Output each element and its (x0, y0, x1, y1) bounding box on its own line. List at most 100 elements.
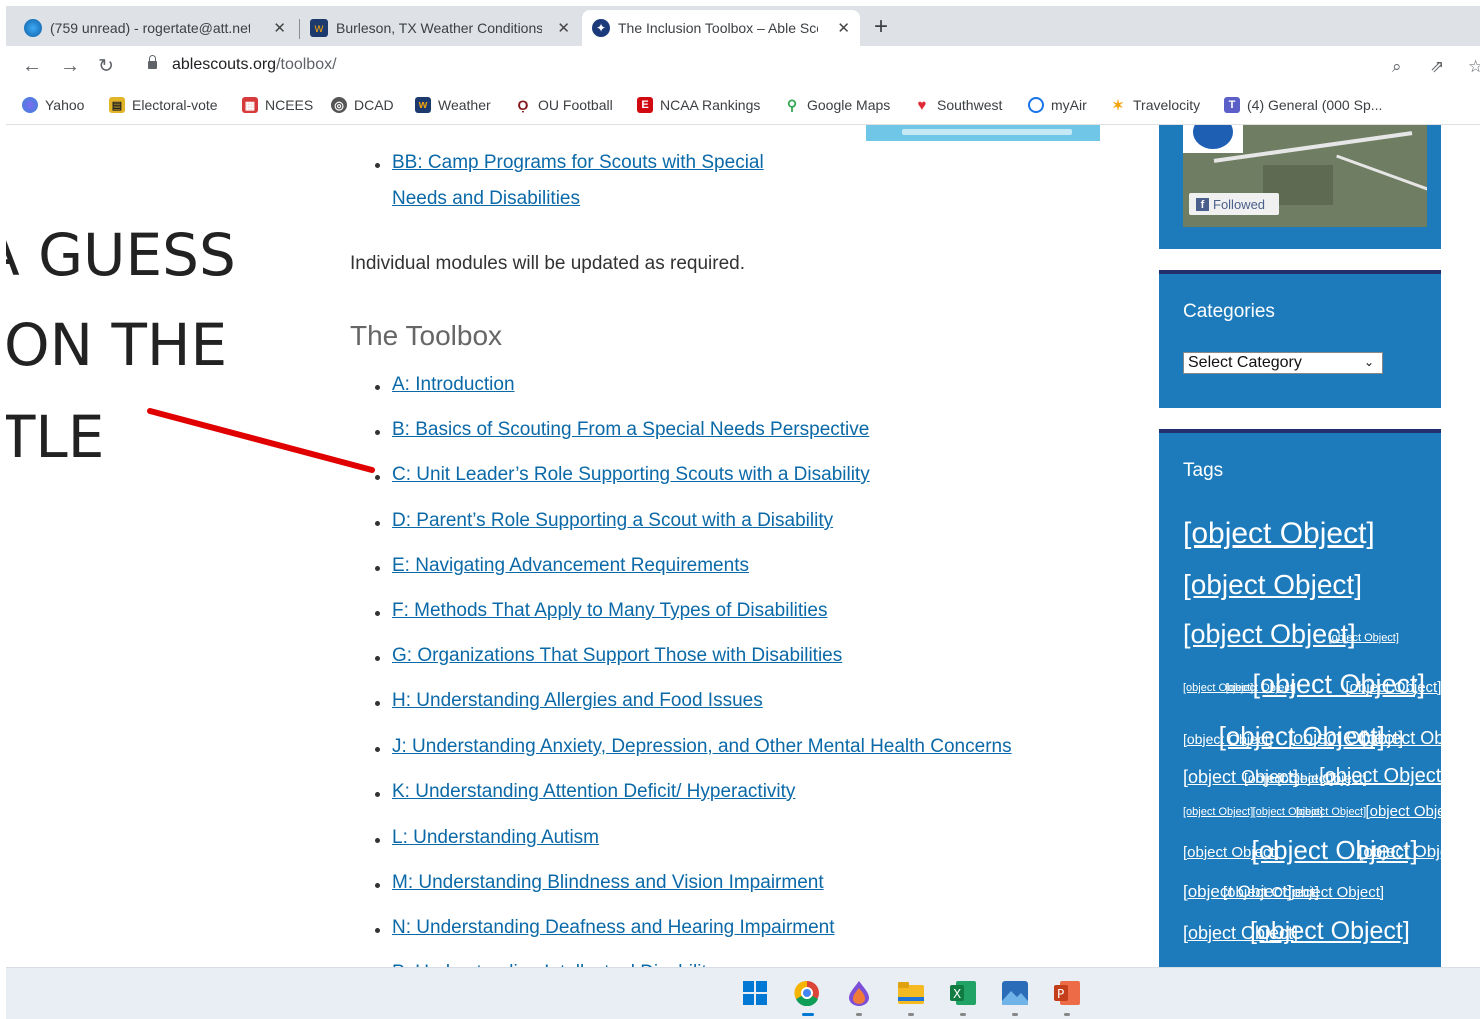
module-link-bb[interactable]: BB: Camp Programs for Scouts with Specia… (392, 152, 764, 174)
paint-icon[interactable] (846, 980, 872, 1006)
bookmark-label: OU Football (538, 97, 613, 113)
reload-icon[interactable]: ↻ (98, 55, 114, 78)
list-bullet (375, 430, 380, 435)
tag-link[interactable]: [object Object] (1288, 884, 1384, 901)
troop-logo-icon (1183, 125, 1243, 153)
list-bullet (375, 475, 380, 480)
photos-icon[interactable] (1002, 980, 1028, 1006)
bookmark-ou-football[interactable]: Ọ OU Football (515, 97, 613, 113)
url-host: ablescouts.org (172, 56, 277, 73)
module-link[interactable]: C: Unit Leader’s Role Supporting Scouts … (392, 464, 870, 486)
toolbox-heading: The Toolbox (350, 320, 503, 351)
tag-link[interactable]: [object Object] (1359, 842, 1468, 862)
module-link[interactable]: J: Understanding Anxiety, Depression, an… (392, 736, 1012, 758)
heart-icon: ♥ (914, 97, 930, 114)
bookmark-dcad[interactable]: ◎ DCAD (331, 97, 394, 113)
annotation-line-3: TLE (6, 403, 105, 471)
bookmark-label: Google Maps (807, 97, 891, 113)
list-bullet (375, 163, 380, 168)
bookmark-myair[interactable]: myAir (1028, 97, 1087, 113)
tab-inclusion-toolbox[interactable]: ✦ The Inclusion Toolbox – Able Scouts ✕ (582, 10, 860, 46)
tag-link[interactable]: [object Object] (1329, 632, 1399, 644)
list-bullet (375, 838, 380, 843)
tag-link[interactable]: [object Object] (1183, 569, 1362, 601)
running-indicator (908, 1013, 914, 1016)
followed-button[interactable]: f Followed (1189, 193, 1279, 215)
bookmark-teams-general[interactable]: T (4) General (000 Sp... (1224, 97, 1382, 113)
module-link[interactable]: D: Parent’s Role Supporting a Scout with… (392, 510, 833, 532)
url-path: /toolbox/ (276, 56, 337, 73)
close-icon[interactable]: ✕ (837, 19, 850, 37)
tag-link[interactable]: [object Object] (1296, 806, 1366, 818)
list-bullet (375, 611, 380, 616)
back-icon[interactable]: ← (22, 55, 42, 78)
espn-icon: E (637, 97, 653, 113)
chevron-down-icon: ⌄ (1363, 355, 1374, 369)
forward-icon[interactable]: → (60, 55, 80, 78)
tag-link[interactable]: [object Object] (1362, 728, 1477, 749)
file-explorer-icon[interactable] (898, 980, 924, 1006)
module-link-bb-continued[interactable]: Needs and Disabilities (392, 188, 580, 210)
bookmark-label: (4) General (000 Sp... (1247, 97, 1383, 113)
address-bar[interactable]: ablescouts.org/toolbox/ (172, 56, 337, 74)
bookmark-google-maps[interactable]: ⚲ Google Maps (784, 97, 890, 113)
list-bullet (375, 928, 380, 933)
module-link[interactable]: L: Understanding Autism (392, 827, 599, 849)
excel-icon[interactable]: X (950, 980, 976, 1006)
tab-title: The Inclusion Toolbox – Able Scouts (618, 20, 818, 36)
bookmark-ncaa-rankings[interactable]: E NCAA Rankings (637, 97, 760, 113)
category-select[interactable]: Select Category ⌄ (1183, 352, 1383, 374)
module-link[interactable]: E: Navigating Advancement Requirements (392, 555, 749, 577)
bookmark-weather[interactable]: w Weather (415, 97, 491, 113)
tab-email[interactable]: (759 unread) - rogertate@att.net ✕ (24, 10, 296, 46)
running-indicator (960, 1013, 966, 1016)
module-link[interactable]: N: Understanding Deafness and Hearing Im… (392, 917, 835, 939)
bookmark-travelocity[interactable]: ✶ Travelocity (1110, 97, 1200, 113)
svg-text:P: P (1057, 987, 1064, 1001)
chrome-icon[interactable] (794, 980, 820, 1006)
tag-link[interactable]: [object Object] (1183, 517, 1375, 551)
list-bullet (375, 566, 380, 571)
facebook-icon: f (1196, 197, 1209, 211)
tag-link[interactable]: [object Object] (1365, 803, 1461, 820)
tag-link[interactable]: [object Object] (1250, 917, 1410, 946)
tag-link[interactable]: [object Object] (1346, 679, 1442, 696)
module-link[interactable]: A: Introduction (392, 374, 515, 396)
module-link[interactable]: H: Understanding Allergies and Food Issu… (392, 690, 763, 712)
bookmark-ncees[interactable]: ▦ NCEES (242, 97, 313, 113)
bookmark-yahoo[interactable]: Yahoo (22, 97, 84, 113)
close-icon[interactable]: ✕ (273, 19, 286, 37)
category-select-value: Select Category (1188, 354, 1302, 371)
bookmark-southwest[interactable]: ♥ Southwest (914, 97, 1002, 114)
tab-weather[interactable]: w Burleson, TX Weather Conditions ✕ (310, 10, 580, 46)
ou-icon: Ọ (515, 97, 531, 113)
module-link[interactable]: M: Understanding Blindness and Vision Im… (392, 872, 824, 894)
share-icon[interactable]: ⇗ (1430, 57, 1444, 77)
bookmark-star-icon[interactable]: ☆ (1468, 57, 1480, 77)
able-scouts-icon: ✦ (592, 19, 610, 37)
tag-link[interactable]: [object Object] (1183, 806, 1253, 818)
globe-icon: ◎ (331, 97, 347, 113)
windows-start-icon[interactable] (742, 980, 768, 1006)
widget-photo: f Followed (1183, 125, 1427, 227)
wunderground-icon: w (310, 19, 328, 37)
module-link[interactable]: K: Understanding Attention Deficit/ Hype… (392, 781, 795, 803)
tags-widget: Tags [object Object] [object Object] [obje… (1159, 429, 1477, 967)
module-link[interactable]: G: Organizations That Support Those with… (392, 645, 842, 667)
module-link[interactable]: F: Methods That Apply to Many Types of D… (392, 600, 827, 622)
map-pin-icon: ⚲ (784, 97, 800, 113)
close-icon[interactable]: ✕ (557, 19, 570, 37)
ring-icon (1028, 97, 1044, 113)
bookmark-electoral-vote[interactable]: ▤ Electoral-vote (109, 97, 218, 113)
tag-link[interactable]: [object Object] (1319, 765, 1447, 788)
new-tab-button[interactable]: + (874, 13, 888, 41)
header-banner-edge (866, 125, 1100, 141)
list-bullet (375, 385, 380, 390)
module-link[interactable]: B: Basics of Scouting From a Special Nee… (392, 419, 869, 441)
screen: (759 unread) - rogertate@att.net ✕ w Bur… (6, 6, 1480, 1019)
zoom-icon[interactable]: ⌕ (1392, 57, 1402, 77)
lock-icon[interactable] (148, 55, 157, 69)
browser-toolbar: ← → ↻ ablescouts.org/toolbox/ ⌕ ⇗ ☆ (6, 46, 1480, 90)
powerpoint-icon[interactable]: P (1054, 980, 1080, 1006)
ncees-icon: ▦ (242, 97, 258, 113)
